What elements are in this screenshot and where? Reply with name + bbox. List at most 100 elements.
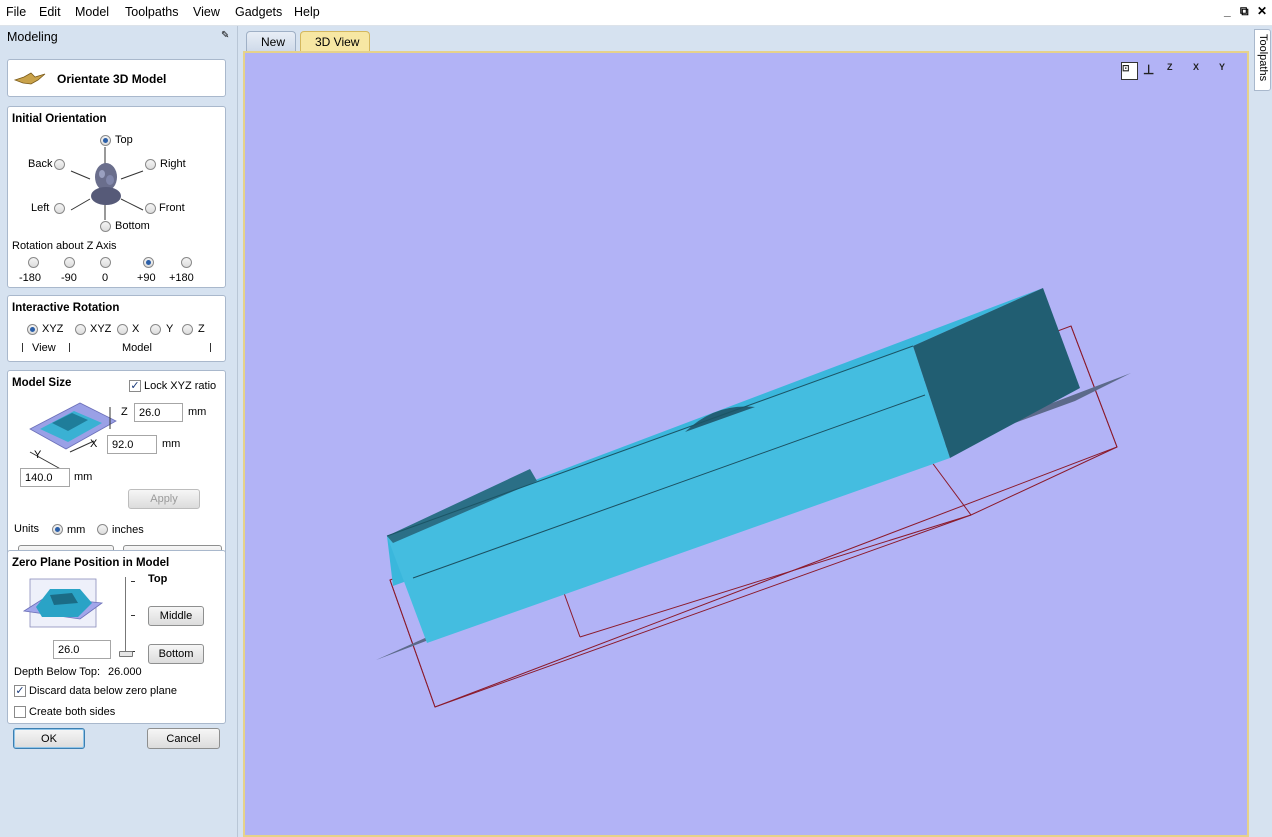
menu-toolpaths[interactable]: Toolpaths xyxy=(125,5,179,19)
middle-button[interactable]: Middle xyxy=(148,606,204,626)
orientation-front-label: Front xyxy=(159,202,185,214)
cancel-button[interactable]: Cancel xyxy=(147,728,220,749)
units-label: Units xyxy=(14,523,40,535)
orientate-header-panel: Orientate 3D Model xyxy=(7,59,226,97)
rotation-0-label: 0 xyxy=(102,272,109,284)
restore-button[interactable]: ⧉ xyxy=(1240,4,1249,19)
bottom-button[interactable]: Bottom xyxy=(148,644,204,664)
rotation-model-xyz-label: XYZ xyxy=(90,323,112,335)
rotation-minus180-label: -180 xyxy=(19,272,42,284)
zero-plane-panel: Zero Plane Position in Model Top Middle … xyxy=(7,550,226,724)
car-zero-plane-icon xyxy=(22,578,104,628)
menu-bar: File Edit Model Toolpaths View Gadgets H… xyxy=(0,0,1272,26)
create-both-sides-label: Create both sides xyxy=(29,706,116,718)
zero-plane-top-label: Top xyxy=(148,573,168,585)
z-unit-label: mm xyxy=(188,406,207,418)
y-view-icon[interactable]: Y xyxy=(1219,62,1225,80)
zero-plane-slider-track xyxy=(125,577,126,657)
pin-icon[interactable]: ✎ xyxy=(221,30,229,41)
x-unit-label: mm xyxy=(162,438,181,450)
ok-button[interactable]: OK xyxy=(13,728,85,749)
lock-xyz-label: Lock XYZ ratio xyxy=(144,380,217,392)
toolpaths-side-tab[interactable]: Toolpaths xyxy=(1254,29,1271,91)
z-axis-label: Z xyxy=(121,406,128,418)
x-axis-label: X xyxy=(90,438,98,450)
create-both-sides-checkbox[interactable] xyxy=(14,706,26,718)
rotation-y-radio[interactable] xyxy=(150,324,161,335)
units-inches-label: inches xyxy=(112,524,144,536)
menu-gadgets[interactable]: Gadgets xyxy=(235,5,282,19)
rotation-z-radio[interactable] xyxy=(182,324,193,335)
menu-edit[interactable]: Edit xyxy=(39,5,61,19)
tick xyxy=(131,615,135,616)
tab-3d-view[interactable]: 3D View xyxy=(300,31,371,51)
rotation-model-xyz-radio[interactable] xyxy=(75,324,86,335)
rotation-z-label: Rotation about Z Axis xyxy=(12,240,117,252)
interactive-rotation-panel: Interactive Rotation XYZ XYZ X Y Z View … xyxy=(7,295,226,362)
orientation-back-label: Back xyxy=(28,158,53,170)
divider xyxy=(69,343,70,352)
model-group-label: Model xyxy=(122,342,152,354)
divider xyxy=(22,343,23,352)
orientation-front-radio[interactable] xyxy=(145,203,156,214)
z-size-input[interactable] xyxy=(134,403,183,422)
fit-view-icon[interactable]: ⊡ xyxy=(1121,62,1138,80)
orientation-left-radio[interactable] xyxy=(54,203,65,214)
orientation-bottom-radio[interactable] xyxy=(100,221,111,232)
y-size-input[interactable] xyxy=(20,468,70,487)
lock-xyz-checkbox[interactable]: ✓ xyxy=(129,380,141,392)
x-size-input[interactable] xyxy=(107,435,157,454)
rotation-plus180-radio[interactable] xyxy=(181,257,192,268)
rotation-plus90-label: +90 xyxy=(137,272,156,284)
rotation-view-xyz-radio[interactable] xyxy=(27,324,38,335)
model-size-panel: Model Size ✓ Lock XYZ ratio Z mm X mm Y … xyxy=(7,370,226,568)
rotation-x-radio[interactable] xyxy=(117,324,128,335)
tick xyxy=(131,581,135,582)
rotation-minus180-radio[interactable] xyxy=(28,257,39,268)
zero-plane-value-input[interactable] xyxy=(53,640,111,659)
toolpaths-tab-label: Toolpaths xyxy=(1257,34,1269,82)
apply-button[interactable]: Apply xyxy=(128,489,200,509)
x-view-icon[interactable]: X xyxy=(1193,62,1199,80)
orientation-left-label: Left xyxy=(31,202,50,214)
depth-below-top-label: Depth Below Top: xyxy=(14,666,101,678)
z-view-icon[interactable]: Z xyxy=(1167,62,1173,80)
view-group-label: View xyxy=(32,342,56,354)
depth-below-top-value: 26.000 xyxy=(108,666,142,678)
units-mm-radio[interactable] xyxy=(52,524,63,535)
rotation-0-radio[interactable] xyxy=(100,257,111,268)
units-inches-radio[interactable] xyxy=(97,524,108,535)
car-size-icon xyxy=(29,402,117,473)
menu-view[interactable]: View xyxy=(193,5,220,19)
right-dock xyxy=(1252,26,1272,837)
menu-help[interactable]: Help xyxy=(294,5,320,19)
menu-file[interactable]: File xyxy=(6,5,26,19)
close-button[interactable]: ✕ xyxy=(1257,4,1267,18)
initial-orientation-panel: Initial Orientation Top Back Right Left … xyxy=(7,106,226,288)
model-front-face xyxy=(387,346,950,643)
rotation-minus90-radio[interactable] xyxy=(64,257,75,268)
menu-model[interactable]: Model xyxy=(75,5,109,19)
rotation-x-label: X xyxy=(132,323,140,335)
orientation-bottom-label: Bottom xyxy=(115,220,150,232)
sidebar-title: Modeling xyxy=(7,30,58,44)
units-mm-label: mm xyxy=(67,524,86,536)
divider xyxy=(210,343,211,352)
eagle-icon xyxy=(14,72,46,85)
tab-new[interactable]: New xyxy=(246,31,297,51)
model-size-title: Model Size xyxy=(12,377,72,389)
zero-plane-slider-thumb[interactable] xyxy=(119,651,133,657)
modeling-sidebar: Modeling ✎ Orientate 3D Model Initial Or… xyxy=(0,26,238,837)
rotation-plus90-radio[interactable] xyxy=(143,257,154,268)
rotation-plus180-label: +180 xyxy=(169,272,194,284)
orientation-right-radio[interactable] xyxy=(145,159,156,170)
3d-viewport[interactable] xyxy=(243,51,1249,837)
iso-view-icon[interactable]: ⊥ xyxy=(1143,62,1154,80)
discard-data-checkbox[interactable]: ✓ xyxy=(14,685,26,697)
orientation-top-radio[interactable] xyxy=(100,135,111,146)
rotation-z-option-label: Z xyxy=(198,323,205,335)
orientation-back-radio[interactable] xyxy=(54,159,65,170)
3d-scene[interactable] xyxy=(245,53,1247,835)
minimize-button[interactable]: _ xyxy=(1224,4,1231,18)
y-axis-label: Y xyxy=(34,449,42,461)
